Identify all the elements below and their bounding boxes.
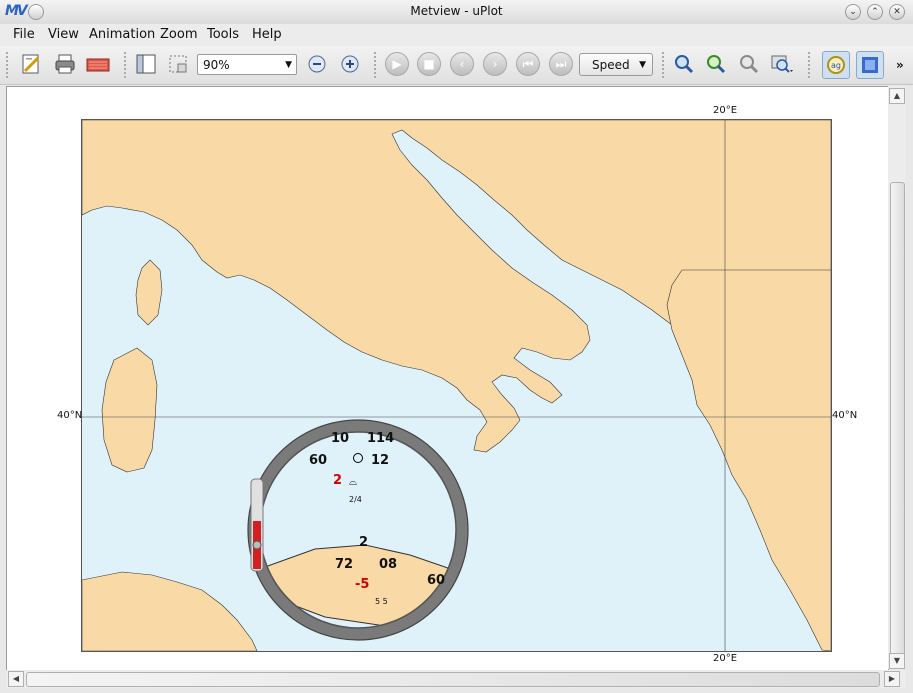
play-button[interactable]: ▶ bbox=[384, 51, 410, 77]
station-cloud-icon bbox=[353, 453, 363, 463]
vertical-scroll-thumb[interactable] bbox=[890, 182, 905, 658]
sicily-station-bottom: 5 5 bbox=[375, 597, 388, 606]
toolbar-overflow-icon[interactable]: » bbox=[896, 58, 904, 72]
latitude-label-left: 40°N bbox=[57, 410, 83, 421]
horizontal-scrollbar[interactable]: ◀ ▶ bbox=[6, 670, 906, 688]
longitude-label-bottom: 20°E bbox=[713, 653, 738, 664]
toolbar: 90% ▼ ▶ ■ ‹ › ⏮ ⏭ Speed ▼ ag » bbox=[0, 46, 913, 85]
chevron-left-icon: ‹ bbox=[450, 52, 474, 76]
print-icon[interactable] bbox=[52, 51, 78, 77]
menu-animation[interactable]: Animation bbox=[89, 27, 155, 42]
stop-button[interactable]: ■ bbox=[416, 51, 442, 77]
select-area-icon[interactable] bbox=[165, 51, 191, 77]
toolbar-grip[interactable] bbox=[374, 52, 380, 78]
mag-station-top-right: 114 bbox=[367, 431, 395, 446]
zoom-level-value: 90% bbox=[203, 58, 230, 72]
minimize-button[interactable]: ⌄ bbox=[845, 4, 861, 20]
toolbar-grip[interactable] bbox=[6, 52, 12, 78]
longitude-label-top: 20°E bbox=[713, 105, 738, 116]
svg-text:ag: ag bbox=[831, 61, 841, 70]
zoom-out-icon[interactable] bbox=[304, 51, 330, 77]
toolbar-grip[interactable] bbox=[662, 52, 668, 78]
menu-file[interactable]: File bbox=[13, 27, 35, 42]
magnifier-toggle-icon[interactable]: ag bbox=[822, 51, 850, 79]
edit-icon[interactable] bbox=[18, 51, 44, 77]
menu-view[interactable]: View bbox=[48, 27, 79, 42]
horizontal-scroll-thumb[interactable] bbox=[26, 672, 880, 687]
scroll-right-icon[interactable]: ▶ bbox=[884, 671, 900, 687]
stop-icon: ■ bbox=[417, 52, 441, 76]
close-button[interactable]: ✕ bbox=[889, 4, 905, 20]
menu-bar: File View Animation Zoom Tools Help bbox=[0, 24, 913, 46]
plot-viewport[interactable]: 40°N 40°N 20°E 20°E 10 114 60 12 2 ⌓ 2/4… bbox=[6, 86, 889, 671]
sicily-station-right-value: 60 bbox=[427, 573, 446, 588]
mag-station-red-value: 2 bbox=[333, 473, 343, 488]
zoom-tool-icon[interactable] bbox=[703, 51, 729, 77]
vertical-scrollbar[interactable]: ▲ ▼ bbox=[888, 86, 906, 669]
mag-station-cloud-code: 2/4 bbox=[349, 495, 362, 504]
chevron-right-icon: › bbox=[483, 52, 507, 76]
next-frame-button[interactable]: › bbox=[482, 51, 508, 77]
play-icon: ▶ bbox=[385, 52, 409, 76]
scroll-up-icon[interactable]: ▲ bbox=[889, 88, 905, 104]
magnify-tool-icon[interactable] bbox=[671, 51, 697, 77]
zoom-stack-icon[interactable] bbox=[770, 51, 796, 77]
menu-tools[interactable]: Tools bbox=[207, 27, 239, 42]
first-frame-button[interactable]: ⏮ bbox=[515, 51, 541, 77]
sicily-station-mid-left: 72 bbox=[335, 557, 354, 572]
title-bar: MV Metview - uPlot ⌄ ⌃ ✕ bbox=[0, 0, 913, 25]
cloud-symbol-icon: ⌓ bbox=[349, 477, 357, 488]
export-image-icon[interactable] bbox=[85, 51, 111, 77]
mag-station-mid-right: 12 bbox=[371, 453, 390, 468]
sicily-station-red-value: -5 bbox=[355, 577, 370, 592]
toolbar-grip[interactable] bbox=[124, 52, 130, 78]
zoom-level-select[interactable]: 90% ▼ bbox=[197, 54, 297, 75]
magnifier-ring bbox=[247, 419, 469, 641]
last-frame-button[interactable]: ⏭ bbox=[548, 51, 574, 77]
latitude-label-right: 40°N bbox=[832, 410, 858, 421]
sicily-station-top: 2 bbox=[359, 535, 369, 550]
mag-station-mid-left: 60 bbox=[309, 453, 328, 468]
toolbar-grip[interactable] bbox=[808, 52, 814, 78]
maximize-button[interactable]: ⌃ bbox=[867, 4, 883, 20]
mag-station-top-left: 10 bbox=[331, 431, 350, 446]
zoom-in-icon[interactable] bbox=[337, 51, 363, 77]
previous-frame-button[interactable]: ‹ bbox=[449, 51, 475, 77]
skip-forward-icon: ⏭ bbox=[549, 52, 573, 76]
magnifier-lens[interactable]: 10 114 60 12 2 ⌓ 2/4 2 72 08 -5 60 5 5 bbox=[245, 417, 471, 643]
sicily-station-mid-right: 08 bbox=[379, 557, 398, 572]
layers-toggle-icon[interactable] bbox=[856, 51, 884, 79]
sidebar-toggle-icon[interactable] bbox=[133, 51, 159, 77]
menu-help[interactable]: Help bbox=[252, 27, 282, 42]
window-title: Metview - uPlot bbox=[410, 4, 503, 18]
scroll-left-icon[interactable]: ◀ bbox=[8, 671, 24, 687]
speed-label: Speed bbox=[592, 58, 630, 72]
menu-zoom[interactable]: Zoom bbox=[160, 27, 197, 42]
zoom-reset-icon[interactable] bbox=[736, 51, 762, 77]
speed-dropdown[interactable]: Speed ▼ bbox=[579, 53, 653, 76]
chevron-down-icon: ▼ bbox=[285, 60, 292, 70]
chevron-down-icon: ▼ bbox=[639, 60, 646, 70]
scroll-down-icon[interactable]: ▼ bbox=[889, 653, 905, 669]
skip-back-icon: ⏮ bbox=[516, 52, 540, 76]
